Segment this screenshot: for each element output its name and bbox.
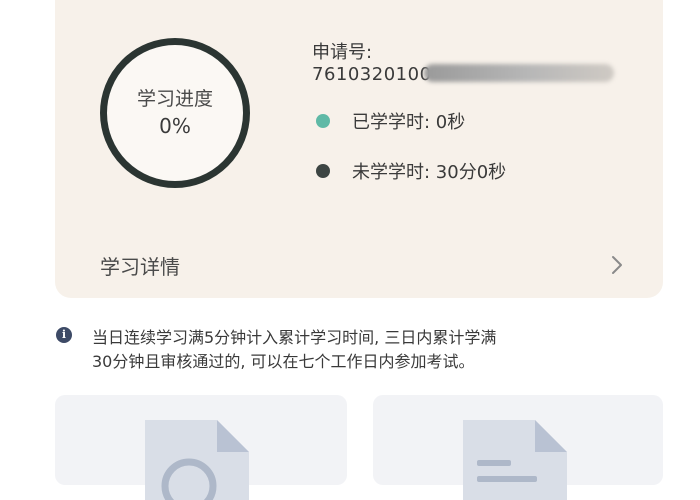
info-icon: i xyxy=(56,327,72,343)
chevron-right-icon xyxy=(612,256,622,274)
action-tile-right[interactable] xyxy=(373,395,663,500)
progress-label: 学习进度 xyxy=(136,88,213,110)
application-number-label: 申请号: xyxy=(312,42,373,63)
redacted-number-blur xyxy=(424,64,614,82)
study-details-row[interactable]: 学习详情 xyxy=(100,250,624,280)
remaining-hours: 未学学时: 30分0秒 xyxy=(352,162,507,183)
progress-value: 0% xyxy=(159,114,191,138)
document-icon xyxy=(145,420,249,500)
study-details-label: 学习详情 xyxy=(100,254,180,279)
notice-line-1: 当日连续学习满5分钟计入累计学习时间, 三日内累计学满 xyxy=(92,328,497,347)
application-number: 7610320100 xyxy=(312,64,432,85)
progress-ring: 学习进度 0% xyxy=(100,38,250,188)
remaining-status-dot xyxy=(316,164,330,178)
learned-status-dot xyxy=(316,114,330,128)
learned-hours: 已学学时: 0秒 xyxy=(352,112,466,133)
document-icon xyxy=(463,420,567,500)
action-tile-left[interactable] xyxy=(55,395,347,500)
notice-line-2: 30分钟且审核通过的, 可以在七个工作日内参加考试。 xyxy=(92,352,475,371)
